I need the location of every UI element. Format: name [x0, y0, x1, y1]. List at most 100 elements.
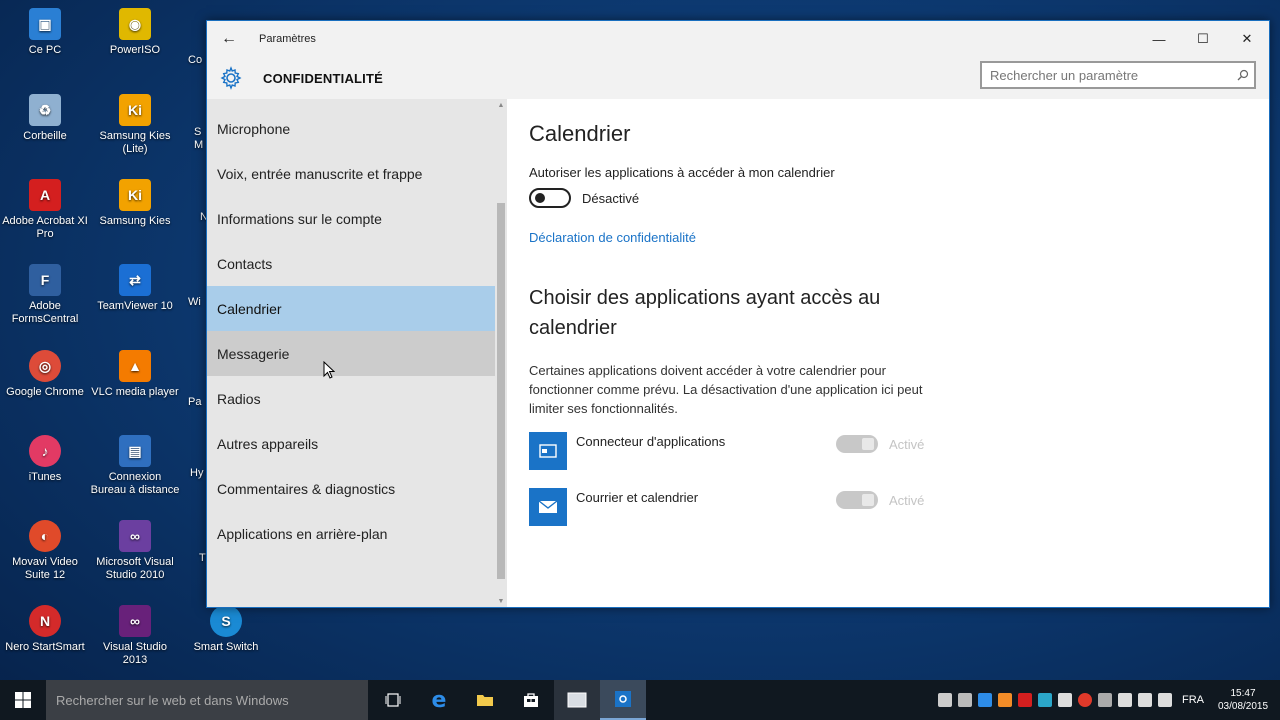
sidebar-item-microphone[interactable]: Microphone	[207, 106, 495, 151]
desktop-icon-vs2010[interactable]: ∞ Microsoft Visual Studio 2010	[90, 520, 180, 582]
app-tray-icon[interactable]	[998, 693, 1012, 707]
sidebar-item-radios[interactable]: Radios	[207, 376, 495, 421]
desktop-icon-ce-pc[interactable]: ▣ Ce PC	[0, 8, 90, 57]
sidebar-item-label: Radios	[217, 390, 261, 407]
desktop-icon-chrome[interactable]: ◎ Google Chrome	[0, 350, 90, 399]
sidebar-item-label: Contacts	[217, 255, 273, 272]
smart-switch-icon: S	[210, 605, 242, 637]
app-toggle-connector[interactable]: Activé	[836, 435, 924, 453]
scroll-up-icon[interactable]: ▲	[495, 99, 507, 111]
scroll-down-icon[interactable]: ▼	[495, 595, 507, 607]
maximize-icon: ☐	[1197, 31, 1209, 46]
network-icon[interactable]	[1118, 693, 1132, 707]
scrollbar-thumb[interactable]	[497, 203, 505, 579]
antivirus-icon[interactable]	[1078, 693, 1092, 707]
task-view-button[interactable]	[370, 680, 416, 720]
desktop-icon-samsung-kies[interactable]: Ki Samsung Kies	[90, 179, 180, 228]
app-toggle-state: Activé	[889, 436, 925, 452]
close-button[interactable]: ✕	[1225, 21, 1269, 57]
desktop-icon-teamviewer[interactable]: ⇄ TeamViewer 10	[90, 264, 180, 313]
language-indicator[interactable]: FRA	[1182, 694, 1204, 706]
choose-apps-description: Certaines applications doivent accéder à…	[529, 363, 923, 416]
sidebar-item-label: Applications en arrière-plan	[217, 525, 388, 542]
sidebar-item-label: Calendrier	[217, 300, 282, 317]
desktop-icon-nero[interactable]: N Nero StartSmart	[0, 605, 90, 654]
desktop-icon-label: Adobe Acrobat XI Pro	[2, 215, 88, 240]
sidebar-item-contacts[interactable]: Contacts	[207, 241, 495, 286]
sidebar-nav-list: Microphone Voix, entrée manuscrite et fr…	[207, 99, 507, 556]
desktop-icon-formscentral[interactable]: F Adobe FormsCentral	[0, 264, 90, 326]
settings-taskbar-button[interactable]	[600, 680, 646, 720]
bluetooth-icon[interactable]	[978, 693, 992, 707]
back-button[interactable]: ←	[207, 21, 251, 57]
volume-icon[interactable]	[1138, 693, 1152, 707]
app-tray-icon[interactable]	[1038, 693, 1052, 707]
desktop-icon-poweriso[interactable]: ◉ PowerISO	[90, 8, 180, 57]
nero-icon: N	[29, 605, 61, 637]
app-name: Courrier et calendrier	[576, 490, 699, 505]
minimize-icon: —	[1152, 31, 1166, 47]
privacy-statement-link[interactable]: Déclaration de confidentialité	[529, 230, 696, 245]
desktop-icon-label: Smart Switch	[193, 641, 259, 653]
sidebar-item-feedback[interactable]: Commentaires & diagnostics	[207, 466, 495, 511]
sidebar-item-label: Informations sur le compte	[217, 210, 382, 227]
taskbar-search-box[interactable]: Rechercher sur le web et dans Windows	[46, 680, 368, 720]
choose-apps-heading: Choisir des applications ayant accès au …	[529, 287, 881, 339]
desktop-icon-vlc[interactable]: ▲ VLC media player	[90, 350, 180, 399]
search-icon[interactable]	[1232, 69, 1254, 81]
start-button[interactable]	[0, 680, 46, 720]
desktop-icon-acrobat[interactable]: A Adobe Acrobat XI Pro	[0, 179, 90, 241]
mail-icon	[529, 488, 567, 526]
sidebar-item-background-apps[interactable]: Applications en arrière-plan	[207, 511, 495, 556]
allow-access-label: Autoriser les applications à accéder à m…	[529, 165, 835, 180]
sidebar-item-other-devices[interactable]: Autres appareils	[207, 421, 495, 466]
desktop-icon-smart-switch[interactable]: S Smart Switch	[181, 605, 271, 654]
desktop-icon-vs2013[interactable]: ∞ Visual Studio 2013	[90, 605, 180, 667]
desktop-icon-label: Visual Studio 2013	[102, 641, 167, 666]
page-title: Calendrier	[529, 121, 631, 146]
pdf-tray-icon[interactable]	[1018, 693, 1032, 707]
sidebar-item-calendar[interactable]: Calendrier	[207, 286, 495, 331]
sidebar-item-account-info[interactable]: Informations sur le compte	[207, 196, 495, 241]
sidebar-item-voice[interactable]: Voix, entrée manuscrite et frappe	[207, 151, 495, 196]
close-icon: ✕	[1241, 31, 1253, 46]
clock-date: 03/08/2015	[1218, 701, 1269, 712]
allow-access-toggle-row: Désactivé	[529, 188, 1269, 208]
settings-search-box[interactable]	[980, 61, 1256, 89]
settings-header: CONFIDENTIALITÉ	[207, 57, 1269, 99]
app-tray-icon[interactable]	[1058, 693, 1072, 707]
window-titlebar[interactable]: ← Paramètres — ☐ ✕	[207, 21, 1269, 57]
sidebar-item-label: Microphone	[217, 120, 291, 137]
maximize-button[interactable]: ☐	[1181, 21, 1225, 57]
desktop-icon-partial: Co	[188, 54, 203, 66]
action-icon[interactable]	[938, 693, 952, 707]
edge-button[interactable]: e	[416, 680, 462, 720]
notification-icon[interactable]	[1158, 693, 1172, 707]
cloud-icon[interactable]	[1098, 693, 1112, 707]
sidebar-item-label: Voix, entrée manuscrite et frappe	[217, 165, 423, 182]
app-toggle-mail-calendar[interactable]: Activé	[836, 491, 924, 509]
sidebar-item-messaging[interactable]: Messagerie	[207, 331, 495, 376]
clock-time: 15:47	[1230, 688, 1256, 699]
desktop-icon-label: Nero StartSmart	[5, 641, 85, 653]
content-pane: Calendrier Autoriser les applications à …	[507, 99, 1269, 607]
settings-search-input[interactable]	[982, 63, 1232, 87]
app-window-button[interactable]	[554, 680, 600, 720]
desktop-icon-remote-desktop[interactable]: ▤ Connexion Bureau à distance	[90, 435, 180, 497]
file-explorer-button[interactable]	[462, 680, 508, 720]
sidebar: Microphone Voix, entrée manuscrite et fr…	[207, 99, 507, 607]
store-button[interactable]	[508, 680, 554, 720]
window-controls: — ☐ ✕	[1137, 21, 1269, 57]
taskbar: Rechercher sur le web et dans Windows e	[0, 680, 1280, 720]
desktop-icon-itunes[interactable]: ♪ iTunes	[0, 435, 90, 484]
desktop-icon-corbeille[interactable]: ♻ Corbeille	[0, 94, 90, 143]
app-toggle-state: Activé	[889, 492, 925, 508]
minimize-button[interactable]: —	[1137, 21, 1181, 57]
clock[interactable]: 15:47 03/08/2015	[1218, 687, 1268, 713]
desktop-icon-movavi[interactable]: ◐ Movavi Video Suite 12	[0, 520, 90, 582]
allow-access-toggle[interactable]	[529, 188, 571, 208]
vlc-icon: ▲	[119, 350, 151, 382]
cloud-icon[interactable]	[958, 693, 972, 707]
sidebar-scrollbar[interactable]: ▲ ▼	[495, 99, 507, 607]
desktop-icon-samsung-kies-lite[interactable]: Ki Samsung Kies (Lite)	[90, 94, 180, 156]
